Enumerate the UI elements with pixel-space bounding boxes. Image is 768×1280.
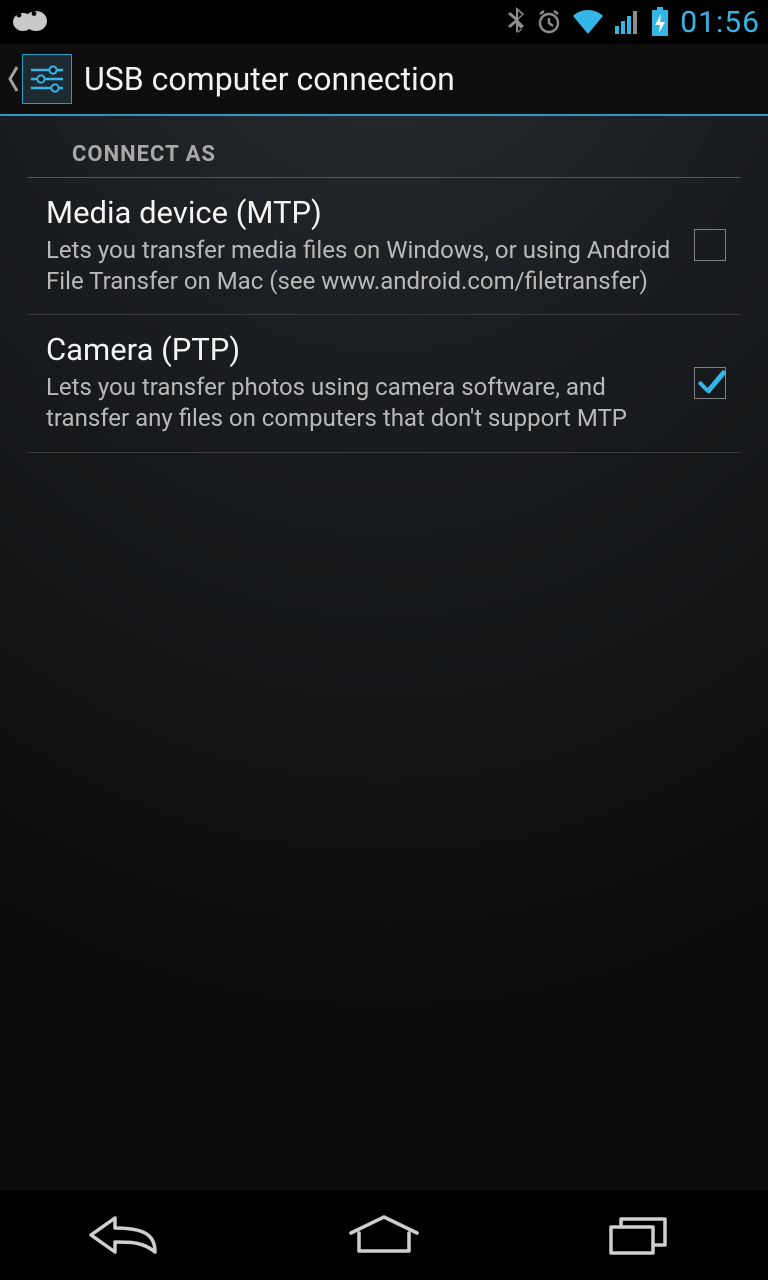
options-list: Media device (MTP) Lets you transfer med… [28,178,740,453]
nav-back-button[interactable] [53,1200,203,1270]
option-mtp[interactable]: Media device (MTP) Lets you transfer med… [28,178,740,315]
bluetooth-icon [506,7,526,37]
action-bar[interactable]: USB computer connection [0,44,768,116]
signal-icon [614,9,640,35]
checkbox-ptp[interactable] [694,367,726,399]
alarm-icon [536,9,562,35]
content: CONNECT AS Media device (MTP) Lets you t… [0,116,768,453]
status-time: 01:56 [680,5,760,40]
battery-charging-icon [650,7,670,37]
system-nav-bar [0,1190,768,1280]
status-bar: 01:56 [0,0,768,44]
option-ptp[interactable]: Camera (PTP) Lets you transfer photos us… [28,315,740,452]
option-description: Lets you transfer photos using camera so… [46,372,674,433]
nav-recent-button[interactable] [565,1200,715,1270]
section-header-connect-as: CONNECT AS [28,116,740,178]
back-chevron-icon[interactable] [4,59,22,99]
option-title: Camera (PTP) [46,331,674,368]
nav-home-button[interactable] [309,1200,459,1270]
settings-icon[interactable] [22,54,72,104]
option-title: Media device (MTP) [46,194,674,231]
wifi-icon [572,9,604,35]
page-title: USB computer connection [84,60,455,98]
option-description: Lets you transfer media files on Windows… [46,235,674,296]
debug-icon [8,8,52,32]
checkbox-mtp[interactable] [694,229,726,261]
